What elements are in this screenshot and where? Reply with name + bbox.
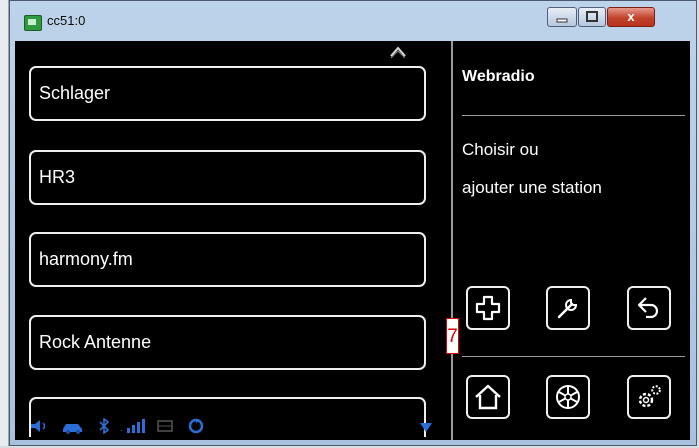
- maximize-icon: [586, 11, 598, 22]
- dropdown-arrow-icon[interactable]: [419, 421, 433, 433]
- panel-separator-bottom: [462, 356, 685, 357]
- car-icon: [63, 424, 82, 434]
- app-client-area: Schlager HR3 harmony.fm Rock Antenne . W…: [15, 41, 690, 440]
- home-button[interactable]: [466, 375, 510, 419]
- station-item-hr3[interactable]: HR3: [29, 150, 426, 205]
- panel-description-line2: ajouter une station: [462, 178, 602, 197]
- left-gutter: [0, 0, 9, 446]
- scroll-up-button[interactable]: [387, 44, 409, 58]
- panel-title: Webradio: [462, 68, 535, 85]
- network-icon: [157, 420, 173, 432]
- disc-icon: [556, 385, 580, 409]
- minimize-icon: [556, 18, 568, 23]
- speaker-icon: [31, 420, 46, 432]
- annotation-marker: 7: [446, 318, 459, 354]
- bluetooth-icon: [99, 418, 110, 434]
- minimize-button[interactable]: [547, 7, 577, 27]
- window-title: cc51:0: [47, 13, 86, 28]
- status-bar: .: [15, 412, 448, 440]
- title-bar[interactable]: cc51:0 x: [10, 1, 696, 41]
- station-item-schlager[interactable]: Schlager: [29, 66, 426, 121]
- settings-button[interactable]: [627, 375, 671, 419]
- application-window: cc51:0 x Schlager HR3 harmony.fm Rock An…: [9, 0, 697, 446]
- media-button[interactable]: [546, 375, 590, 419]
- maximize-button[interactable]: [578, 7, 606, 27]
- signal-icon: .: [120, 419, 145, 433]
- back-button[interactable]: [627, 286, 671, 330]
- edit-station-button[interactable]: [546, 286, 590, 330]
- info-panel: Webradio Choisir ou ajouter une station: [455, 41, 690, 440]
- panel-separator-top: [462, 115, 685, 116]
- station-item-rock-antenne[interactable]: Rock Antenne: [29, 315, 426, 370]
- svg-text:.: .: [120, 423, 123, 433]
- back-icon: [637, 297, 659, 319]
- close-button[interactable]: x: [607, 7, 655, 27]
- panel-description-line1: Choisir ou: [462, 140, 539, 159]
- wrench-icon: [557, 298, 578, 319]
- panel-divider: [451, 41, 453, 440]
- sync-icon: [188, 418, 204, 434]
- station-list: Schlager HR3 harmony.fm Rock Antenne .: [15, 41, 448, 440]
- settings-gear-icon: [638, 385, 661, 408]
- app-icon: [24, 15, 42, 31]
- chevron-up-icon: [390, 46, 406, 58]
- station-item-harmony-fm[interactable]: harmony.fm: [29, 232, 426, 287]
- plus-icon: [475, 295, 501, 321]
- home-icon: [475, 384, 501, 410]
- add-station-button[interactable]: [466, 286, 510, 330]
